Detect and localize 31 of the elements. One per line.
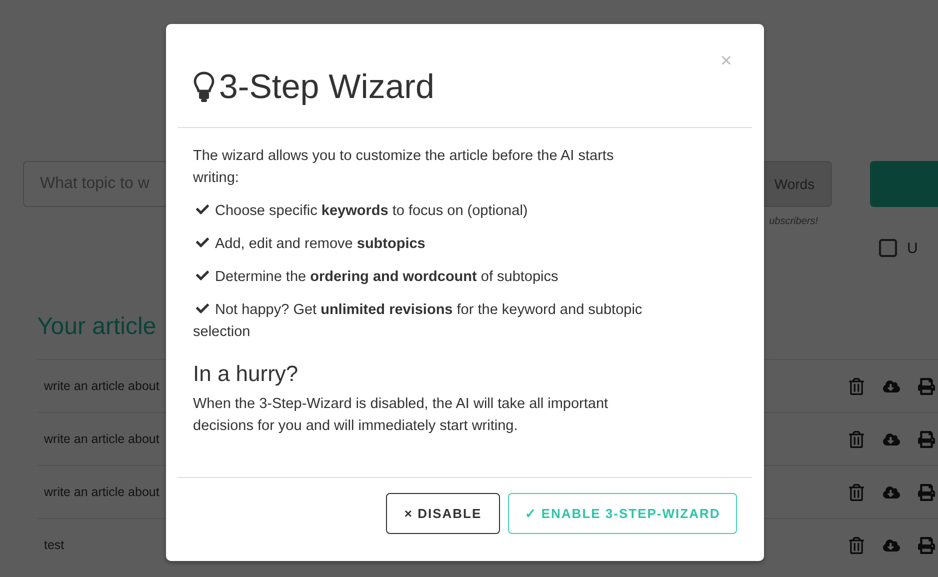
trash-icon[interactable] [848, 484, 865, 500]
printer-icon[interactable] [918, 378, 935, 394]
feature-item: Determine the ordering and wordcount of subtopics [193, 266, 673, 288]
check-icon [196, 236, 209, 249]
dialog-title: 3-Step Wizard [219, 68, 434, 107]
lightbulb-icon [193, 70, 215, 104]
cloud-download-icon[interactable] [883, 430, 900, 448]
section-text: When the 3-Step-Wizard is disabled, the AI will take all important decisions for you and will immediately start writing. [193, 395, 610, 436]
trash-icon[interactable] [848, 378, 865, 394]
check-icon [196, 302, 209, 315]
option-checkbox[interactable] [879, 239, 897, 257]
check-icon [196, 203, 209, 216]
trash-icon[interactable] [848, 430, 865, 448]
trash-icon[interactable] [848, 536, 865, 554]
feature-item: Not happy? Get unlimited revisions for the keyword and subtopic selection [193, 301, 644, 342]
feature-item: Choose specific keywords to focus on (optional) [193, 200, 673, 222]
printer-icon[interactable] [918, 484, 935, 500]
intro-text: The wizard allows you to customize the article before the AI starts writing: [193, 147, 615, 188]
articles-heading: Your article [37, 313, 156, 341]
printer-icon[interactable] [918, 430, 935, 448]
enable-button[interactable]: ✓ ENABLE 3-STEP-WIZARD [508, 493, 737, 534]
check-icon [196, 269, 209, 282]
cloud-download-icon[interactable] [883, 378, 900, 394]
disable-button[interactable]: × DISABLE [386, 493, 500, 534]
option-label: U [907, 240, 918, 256]
cloud-download-icon[interactable] [883, 484, 900, 500]
feature-item: Add, edit and remove subtopics [193, 233, 673, 255]
section-heading: In a hurry? [193, 363, 300, 385]
printer-icon[interactable] [918, 536, 935, 554]
cloud-download-icon[interactable] [883, 536, 900, 554]
close-button[interactable]: × [714, 49, 738, 74]
